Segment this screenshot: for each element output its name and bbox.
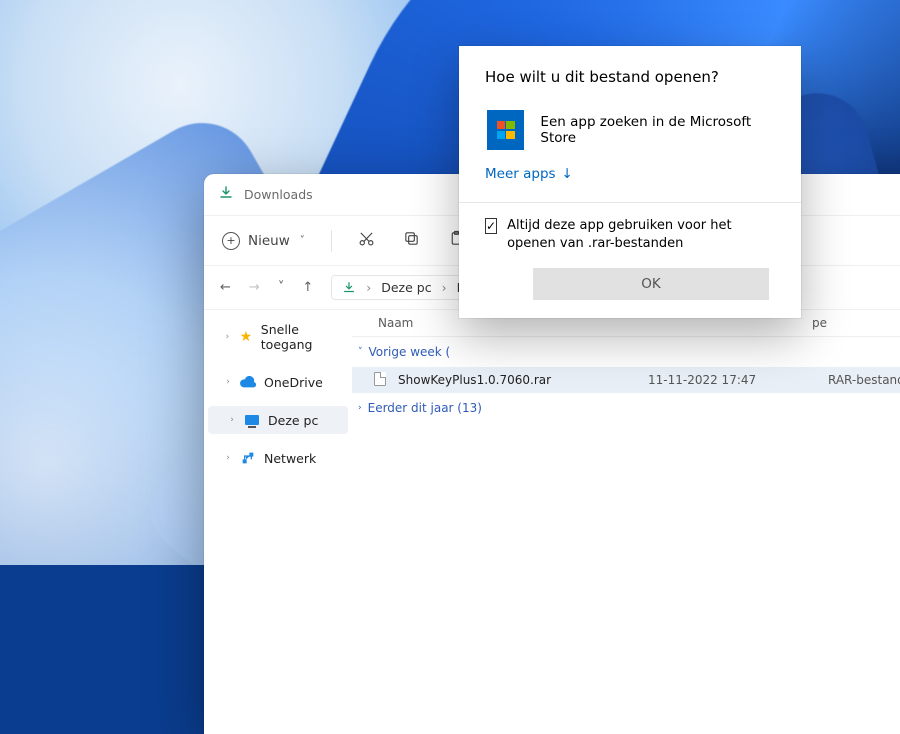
column-header-date[interactable] bbox=[632, 316, 812, 330]
recent-locations-button[interactable]: ˅ bbox=[278, 280, 285, 295]
sidebar-item-label: Netwerk bbox=[264, 451, 316, 466]
back-button[interactable]: ← bbox=[220, 280, 231, 295]
file-name: ShowKeyPlus1.0.7060.rar bbox=[390, 373, 648, 387]
column-header-type[interactable]: pe bbox=[812, 316, 900, 330]
sidebar-item-label: Deze pc bbox=[268, 413, 318, 428]
downloads-folder-icon bbox=[218, 185, 234, 205]
cut-button[interactable] bbox=[358, 230, 375, 251]
always-use-checkbox[interactable]: ✓ bbox=[485, 218, 497, 234]
file-icon bbox=[370, 372, 390, 389]
downloads-icon bbox=[342, 281, 356, 295]
sidebar-item-network[interactable]: › Netwerk bbox=[204, 444, 352, 472]
monitor-icon bbox=[244, 412, 260, 428]
open-with-dialog: Hoe wilt u dit bestand openen? Een app z… bbox=[459, 46, 801, 318]
option-label: Een app zoeken in de Microsoft Store bbox=[540, 114, 775, 146]
sidebar-item-this-pc[interactable]: › Deze pc bbox=[208, 406, 348, 434]
file-list: Naam pe ˅ Vorige week ( ShowKeyPlus1.0.7… bbox=[352, 310, 900, 734]
new-button-label: Nieuw bbox=[248, 233, 290, 249]
chevron-down-icon: ˅ bbox=[300, 235, 305, 246]
column-header-name[interactable]: Naam bbox=[352, 316, 632, 330]
new-button[interactable]: + Nieuw ˅ bbox=[222, 232, 305, 250]
sidebar-item-label: Snelle toegang bbox=[261, 322, 342, 352]
file-date: 11-11-2022 17:47 bbox=[648, 373, 828, 387]
copy-button[interactable] bbox=[403, 230, 420, 251]
sidebar-item-label: OneDrive bbox=[264, 375, 323, 390]
microsoft-store-icon bbox=[487, 110, 524, 150]
chevron-right-icon: › bbox=[358, 403, 362, 413]
chevron-right-icon: › bbox=[366, 280, 371, 295]
separator bbox=[459, 202, 801, 203]
more-apps-label: Meer apps bbox=[485, 166, 556, 182]
forward-button: → bbox=[249, 280, 260, 295]
clipboard-tools bbox=[358, 230, 465, 251]
dialog-title: Hoe wilt u dit bestand openen? bbox=[485, 68, 777, 86]
sidebar-item-onedrive[interactable]: › OneDrive bbox=[204, 368, 352, 396]
group-header-last-week[interactable]: ˅ Vorige week ( bbox=[352, 337, 900, 367]
always-use-row: ✓ Altijd deze app gebruiken voor het ope… bbox=[485, 217, 777, 268]
chevron-right-icon: › bbox=[224, 453, 232, 463]
file-type: RAR-bestand bbox=[828, 373, 900, 387]
option-microsoft-store[interactable]: Een app zoeken in de Microsoft Store bbox=[485, 104, 777, 160]
group-label: Eerder dit jaar (13) bbox=[368, 401, 482, 415]
chevron-right-icon: › bbox=[228, 415, 236, 425]
group-header-earlier-year[interactable]: › Eerder dit jaar (13) bbox=[352, 393, 900, 423]
sidebar-item-quick-access[interactable]: › ★ Snelle toegang bbox=[204, 316, 352, 358]
star-icon: ★ bbox=[239, 329, 253, 345]
window-title: Downloads bbox=[244, 187, 313, 202]
chevron-right-icon: › bbox=[224, 332, 231, 342]
nav-buttons: ← → ˅ ↑ bbox=[220, 280, 313, 295]
cloud-icon bbox=[240, 374, 256, 390]
crumb-root[interactable]: Deze pc bbox=[381, 280, 431, 295]
up-button[interactable]: ↑ bbox=[302, 280, 313, 295]
navigation-pane: › ★ Snelle toegang › OneDrive › Deze pc … bbox=[204, 310, 352, 734]
more-apps-link[interactable]: Meer apps ↓ bbox=[485, 160, 777, 198]
chevron-right-icon: › bbox=[442, 280, 447, 295]
file-row[interactable]: ShowKeyPlus1.0.7060.rar 11-11-2022 17:47… bbox=[352, 367, 900, 393]
chevron-down-icon: ˅ bbox=[358, 347, 363, 357]
ok-button[interactable]: OK bbox=[533, 268, 769, 300]
network-icon bbox=[240, 450, 256, 466]
separator bbox=[331, 230, 332, 252]
plus-icon: + bbox=[222, 232, 240, 250]
always-use-label: Altijd deze app gebruiken voor het opene… bbox=[507, 217, 777, 252]
chevron-right-icon: › bbox=[224, 377, 232, 387]
arrow-down-icon: ↓ bbox=[562, 166, 573, 182]
group-label: Vorige week ( bbox=[369, 345, 451, 359]
